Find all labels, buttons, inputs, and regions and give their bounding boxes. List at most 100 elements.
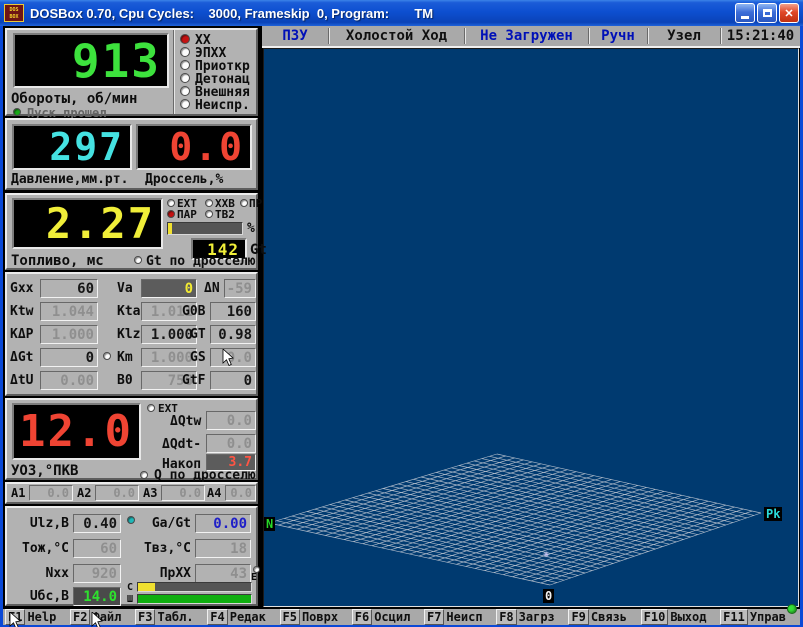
mode-radio-xx[interactable]: [180, 34, 190, 44]
fkey-f3[interactable]: F3Табл.: [135, 609, 194, 625]
dgt-radio[interactable]: [103, 352, 111, 360]
mode-radio-vneshnyaya[interactable]: [180, 86, 190, 96]
param-field-va[interactable]: 0: [141, 279, 197, 298]
minimize-button[interactable]: [735, 3, 755, 23]
a2-label: A2: [77, 486, 91, 500]
param-label-dn: ΔN: [204, 281, 220, 296]
fuel-radio-ext[interactable]: [167, 199, 175, 207]
clock: 15:21:40: [721, 28, 800, 44]
fuel-radio-par[interactable]: [167, 210, 175, 218]
ulz-label: Ulz,B: [17, 516, 69, 531]
status-bar: ПЗУ Холостой Ход Не Загружен Ручн Узел 1…: [262, 26, 800, 48]
gt-by-throttle-radio[interactable]: [134, 256, 142, 264]
param-field-gtf[interactable]: 0: [210, 371, 256, 390]
fuel-radio-tv2[interactable]: [205, 210, 213, 218]
dosbox-window: DOSBOX DOSBox 0.70, Cpu Cycles: 3000, Fr…: [0, 0, 803, 627]
tozh-field[interactable]: 60: [73, 539, 121, 558]
dos-screen: ПЗУ Холостой Ход Не Загружен Ручн Узел 1…: [3, 26, 800, 625]
status-node[interactable]: Узел: [648, 28, 720, 44]
a1-field[interactable]: 0.0: [29, 485, 73, 501]
throttle-label: Дроссель,%: [145, 172, 223, 187]
cursor-artifact-f2: [91, 612, 103, 627]
axis-label-pk: Pk: [764, 507, 782, 521]
uoz-label: УОЗ,°ПКВ: [11, 463, 78, 479]
a2-field[interactable]: 0.0: [95, 485, 139, 501]
pressure-label: Давление,мм.рт.: [11, 172, 128, 187]
param-field-dn[interactable]: -59: [224, 279, 256, 298]
close-button[interactable]: ✕: [779, 3, 799, 23]
q-by-throttle-radio[interactable]: [140, 471, 148, 479]
fuel-radio-pr-label: ПР: [249, 197, 262, 210]
axis-label-origin: 0: [543, 589, 554, 603]
mode-radio-priotkr[interactable]: [180, 60, 190, 70]
param-grid-panel: Gxx 60 Va 0 ΔN -59 Ktw 1.044 Kta 1.011 G…: [5, 272, 258, 396]
param-field-klz[interactable]: 1.000: [141, 325, 197, 344]
param-field-gt[interactable]: 0.98: [210, 325, 256, 344]
param-label-dgt: ΔGt: [10, 350, 33, 365]
title-bar[interactable]: DOSBOX DOSBox 0.70, Cpu Cycles: 3000, Fr…: [0, 0, 803, 26]
sh-bar: [137, 594, 252, 604]
fkey-f4[interactable]: F4Редак: [207, 609, 266, 625]
tvz-field[interactable]: 18: [195, 539, 251, 558]
rpm-panel: 913 Обороты, об/мин Пуск прошел ХХ ЭПХХ …: [5, 28, 258, 116]
uoz-ext-radio[interactable]: [147, 404, 155, 412]
a3-field[interactable]: 0.0: [161, 485, 205, 501]
status-idle-mode[interactable]: Холостой Ход: [329, 28, 464, 44]
param-field-g0b[interactable]: 160: [210, 302, 256, 321]
param-field-kdp[interactable]: 1.000: [40, 325, 98, 344]
fkey-f11[interactable]: F11Управ: [720, 609, 786, 625]
surface-plot-area[interactable]: N Pk 0 ✳: [263, 48, 799, 607]
param-field-dtu[interactable]: 0.00: [40, 371, 98, 390]
fuel-radio-pr[interactable]: [240, 199, 248, 207]
mode-radio-detonac[interactable]: [180, 73, 190, 83]
measurements-panel: Ulz,B 0.40 Ga/Gt 0.00 Тож,°С 60 Твз,°С 1…: [5, 506, 258, 606]
param-field-km[interactable]: 1.000: [141, 348, 197, 367]
mesh-cursor-marker: ✳: [543, 549, 549, 560]
dqdt-field[interactable]: 0.0: [206, 434, 256, 453]
divider: [173, 30, 174, 114]
fkey-f9[interactable]: F9Связь: [568, 609, 627, 625]
sh-bar-label: Ш: [127, 594, 133, 605]
pressure-throttle-panel: 297 0.0 Давление,мм.рт. Дроссель,%: [5, 118, 258, 190]
param-label-ktw: Ktw: [10, 304, 33, 319]
nxx-label: Nxx: [17, 566, 69, 581]
mode-radio-epxx[interactable]: [180, 47, 190, 57]
param-label-dtu: ΔtU: [10, 373, 33, 388]
throttle-display: 0.0: [136, 124, 252, 170]
q-by-throttle-label: Q по дросселю: [154, 468, 256, 483]
fuel-panel: 2.27 ЕХТ ХХВ ПР ПАР ТВ2 % 142 Gt Топливо…: [5, 193, 258, 270]
fkey-f7[interactable]: F7Неисп: [424, 609, 483, 625]
ubs-label: Uбс,B: [17, 589, 69, 604]
param-label-kdp: KΔP: [10, 327, 33, 342]
fkey-f5[interactable]: F5Поврх: [280, 609, 339, 625]
fkey-f8[interactable]: F8Загрз: [496, 609, 555, 625]
fkey-f10[interactable]: F10Выход: [641, 609, 707, 625]
ubs-field[interactable]: 14.0: [73, 587, 121, 606]
mode-radio-neispr[interactable]: [180, 99, 190, 109]
param-field-gxx[interactable]: 60: [40, 279, 98, 298]
fuel-radio-xxb[interactable]: [205, 199, 213, 207]
param-field-ktw[interactable]: 1.044: [40, 302, 98, 321]
nxx-field[interactable]: 920: [73, 564, 121, 583]
status-manual[interactable]: Ручн: [589, 28, 647, 44]
param-field-dgt[interactable]: 0: [40, 348, 98, 367]
ulz-field[interactable]: 0.40: [73, 514, 121, 533]
window-title: DOSBox 0.70, Cpu Cycles: 3000, Frameskip…: [30, 6, 733, 21]
fuel-percent-bar: [167, 222, 243, 235]
rpm-label: Обороты, об/мин: [11, 91, 137, 107]
dqtw-field[interactable]: 0.0: [206, 411, 256, 430]
param-label-va: Va: [117, 281, 133, 296]
cursor-artifact-f1: [9, 612, 21, 627]
status-led: [787, 604, 797, 614]
a4-field[interactable]: 0.0: [225, 485, 256, 501]
param-label-gxx: Gxx: [10, 281, 33, 296]
status-pzu[interactable]: ПЗУ: [262, 28, 328, 44]
param-label-gs: GS: [190, 350, 206, 365]
fkey-f6[interactable]: F6Осцил: [352, 609, 411, 625]
status-not-loaded[interactable]: Не Загружен: [465, 28, 588, 44]
maximize-button[interactable]: [757, 3, 777, 23]
dqdt-label: ΔQdt-: [162, 437, 201, 452]
prxx-field[interactable]: 43: [195, 564, 251, 583]
uoz-display: 12.0: [12, 403, 141, 460]
gagt-field[interactable]: 0.00: [195, 514, 251, 533]
